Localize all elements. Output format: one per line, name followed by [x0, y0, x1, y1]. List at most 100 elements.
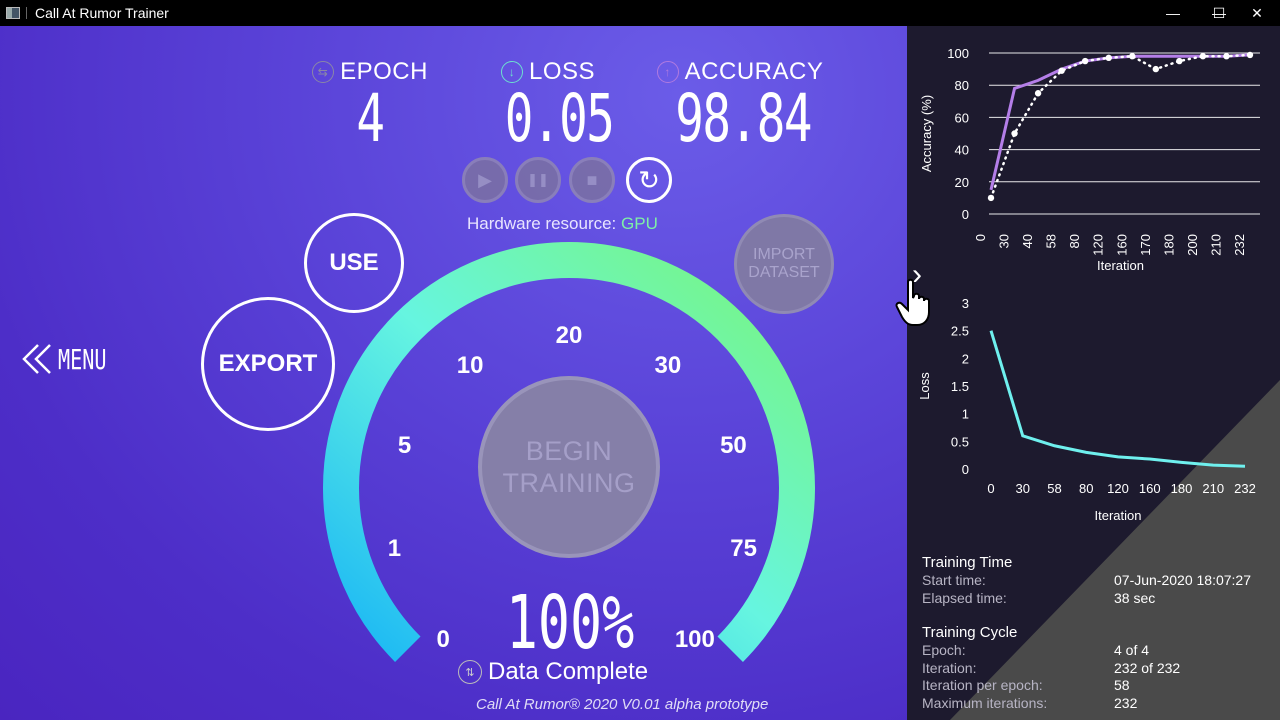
- x-tick-label: 180: [1171, 481, 1193, 496]
- begin-training-button[interactable]: BEGIN TRAINING: [478, 376, 660, 558]
- hand-cursor-icon: [895, 278, 930, 326]
- x-tick-label: 58: [1047, 481, 1061, 496]
- x-tick-label: 210: [1202, 481, 1224, 496]
- info-row: Iteration: 232 of 232: [922, 660, 1180, 678]
- gauge-tick-label: 1: [387, 534, 402, 562]
- loss-chart: 00.511.522.530 30 58 80 120 160 180 210 232Itera…: [917, 296, 1256, 523]
- title-bar: Call At Rumor Trainer —: [0, 0, 1280, 26]
- info-key: Elapsed time:: [922, 589, 1007, 606]
- data-point: [1081, 57, 1089, 65]
- gauge-tick-label: 30: [654, 351, 682, 379]
- x-tick-label: 200: [1185, 234, 1200, 256]
- training-time-info: Training Time Start time: 07-Jun-2020 18:…: [922, 554, 1251, 607]
- data-point: [1246, 51, 1254, 59]
- x-tick-label: 232: [1234, 481, 1256, 496]
- y-tick-label: 2: [962, 351, 969, 366]
- info-value: 38 sec: [1114, 589, 1156, 606]
- app-icon: [6, 7, 20, 19]
- x-tick-label: 120: [1107, 481, 1129, 496]
- x-tick-label: 120: [1091, 234, 1106, 256]
- y-axis-label: Accuracy (%): [919, 95, 934, 172]
- y-tick-label: 3: [962, 296, 969, 311]
- info-row: Elapsed time: 38 sec: [922, 590, 1251, 608]
- y-tick-label: 20: [955, 175, 969, 190]
- progress-percent: 100%: [505, 580, 635, 666]
- data-point: [1034, 90, 1042, 97]
- x-tick-label: 80: [1067, 234, 1082, 248]
- y-tick-label: 2.5: [951, 324, 969, 339]
- gauge-tick-label: 75: [730, 534, 757, 562]
- data-point: [1223, 53, 1230, 60]
- info-key: Maximum iterations:: [922, 694, 1048, 711]
- gauge-tick-label: 0: [436, 625, 450, 653]
- info-key: Epoch:: [922, 642, 966, 658]
- info-value: 232: [1114, 694, 1138, 711]
- x-tick-label: 40: [1020, 234, 1035, 248]
- begin-label-line1: BEGIN: [525, 436, 613, 466]
- y-tick-label: 1: [962, 407, 969, 422]
- info-value: 4 of 4: [1114, 642, 1150, 658]
- main-panel: ⇆ EPOCH 4 ↓ LOSS 0.05 ↑ ACCURACY 98.84 ▶…: [0, 26, 907, 720]
- y-tick-label: 80: [955, 78, 969, 93]
- info-key: Iteration per epoch:: [922, 677, 1043, 693]
- stats-side-panel: 0 20 40 60 80 100 0 30 40 58 80 120 160 170 180 200 210 2…: [907, 26, 1280, 720]
- minimize-window-button[interactable]: —: [1150, 0, 1196, 26]
- training-time-heading: Training Time: [922, 554, 1013, 571]
- x-tick-label: 0: [987, 481, 994, 496]
- minimize-icon: —: [1166, 5, 1180, 21]
- info-key: Start time:: [922, 572, 986, 588]
- x-axis-label: Iteration: [1097, 258, 1144, 273]
- info-row: Start time: 07-Jun-2020 18:07:27: [922, 572, 1251, 590]
- data-point: [1058, 67, 1065, 74]
- maximize-icon: ☐: [1212, 4, 1226, 21]
- gauge-tick-label: 20: [555, 322, 583, 349]
- data-point: [1011, 130, 1018, 137]
- info-value: 58: [1114, 677, 1130, 693]
- y-tick-label: 60: [955, 110, 969, 125]
- sort-arrows-icon: ⇅: [458, 660, 482, 684]
- x-tick-label: 58: [1044, 234, 1059, 248]
- y-tick-label: 40: [955, 143, 969, 158]
- x-tick-label: 180: [1161, 234, 1176, 256]
- title-separator: [26, 7, 27, 19]
- x-axis-label: Iteration: [1095, 508, 1142, 523]
- info-row: Epoch: 4 of 4: [922, 642, 1180, 660]
- footer-version: Call At Rumor® 2020 V0.01 alpha prototyp…: [476, 696, 769, 713]
- progress-gauge: [323, 242, 815, 662]
- window-title: Call At Rumor Trainer: [35, 5, 169, 21]
- y-tick-label: 0.5: [951, 434, 969, 449]
- x-tick-label: 30: [997, 234, 1012, 248]
- training-cycle-info: Training Cycle Epoch: 4 of 4 Iteration: 23…: [922, 624, 1180, 712]
- x-tick-label: 80: [1079, 481, 1093, 496]
- x-tick-label: 210: [1208, 234, 1223, 256]
- y-tick-label: 0: [962, 462, 969, 477]
- begin-label-line2: TRAINING: [502, 468, 636, 498]
- data-point: [987, 194, 995, 202]
- data-point: [1176, 57, 1183, 65]
- info-row: Maximum iterations: 232: [922, 695, 1180, 713]
- y-tick-label: 100: [947, 46, 969, 61]
- gauge-tick-label: 50: [720, 431, 747, 459]
- x-tick-label: 30: [1016, 481, 1030, 496]
- y-tick-label: 0: [962, 207, 969, 222]
- info-row: Iteration per epoch: 58: [922, 677, 1180, 695]
- gauge-tick-label: 10: [456, 351, 484, 379]
- status-label: Data Complete: [488, 658, 649, 685]
- series-line: [989, 330, 1246, 468]
- x-tick-label: 160: [1114, 234, 1129, 256]
- info-value: 232 of 232: [1114, 659, 1181, 676]
- series-line: [989, 53, 1251, 191]
- data-point: [1129, 53, 1136, 60]
- x-tick-label: 170: [1138, 234, 1153, 256]
- close-window-button[interactable]: ✕: [1234, 0, 1280, 26]
- data-point: [1199, 53, 1207, 60]
- y-tick-label: 1.5: [951, 379, 969, 394]
- data-point: [1105, 54, 1112, 62]
- x-tick-label: 232: [1232, 234, 1247, 256]
- data-complete-status: ⇅ Data Complete: [458, 658, 648, 686]
- x-tick-label: 0: [973, 234, 988, 241]
- gauge-tick-label: 100: [674, 625, 715, 653]
- info-value: 07-Jun-2020 18:07:27: [1114, 572, 1251, 588]
- accuracy-chart: 0 20 40 60 80 100 0 30 40 58 80 120 160 170 180 200 210 2…: [919, 46, 1260, 273]
- x-tick-label: 160: [1139, 481, 1161, 496]
